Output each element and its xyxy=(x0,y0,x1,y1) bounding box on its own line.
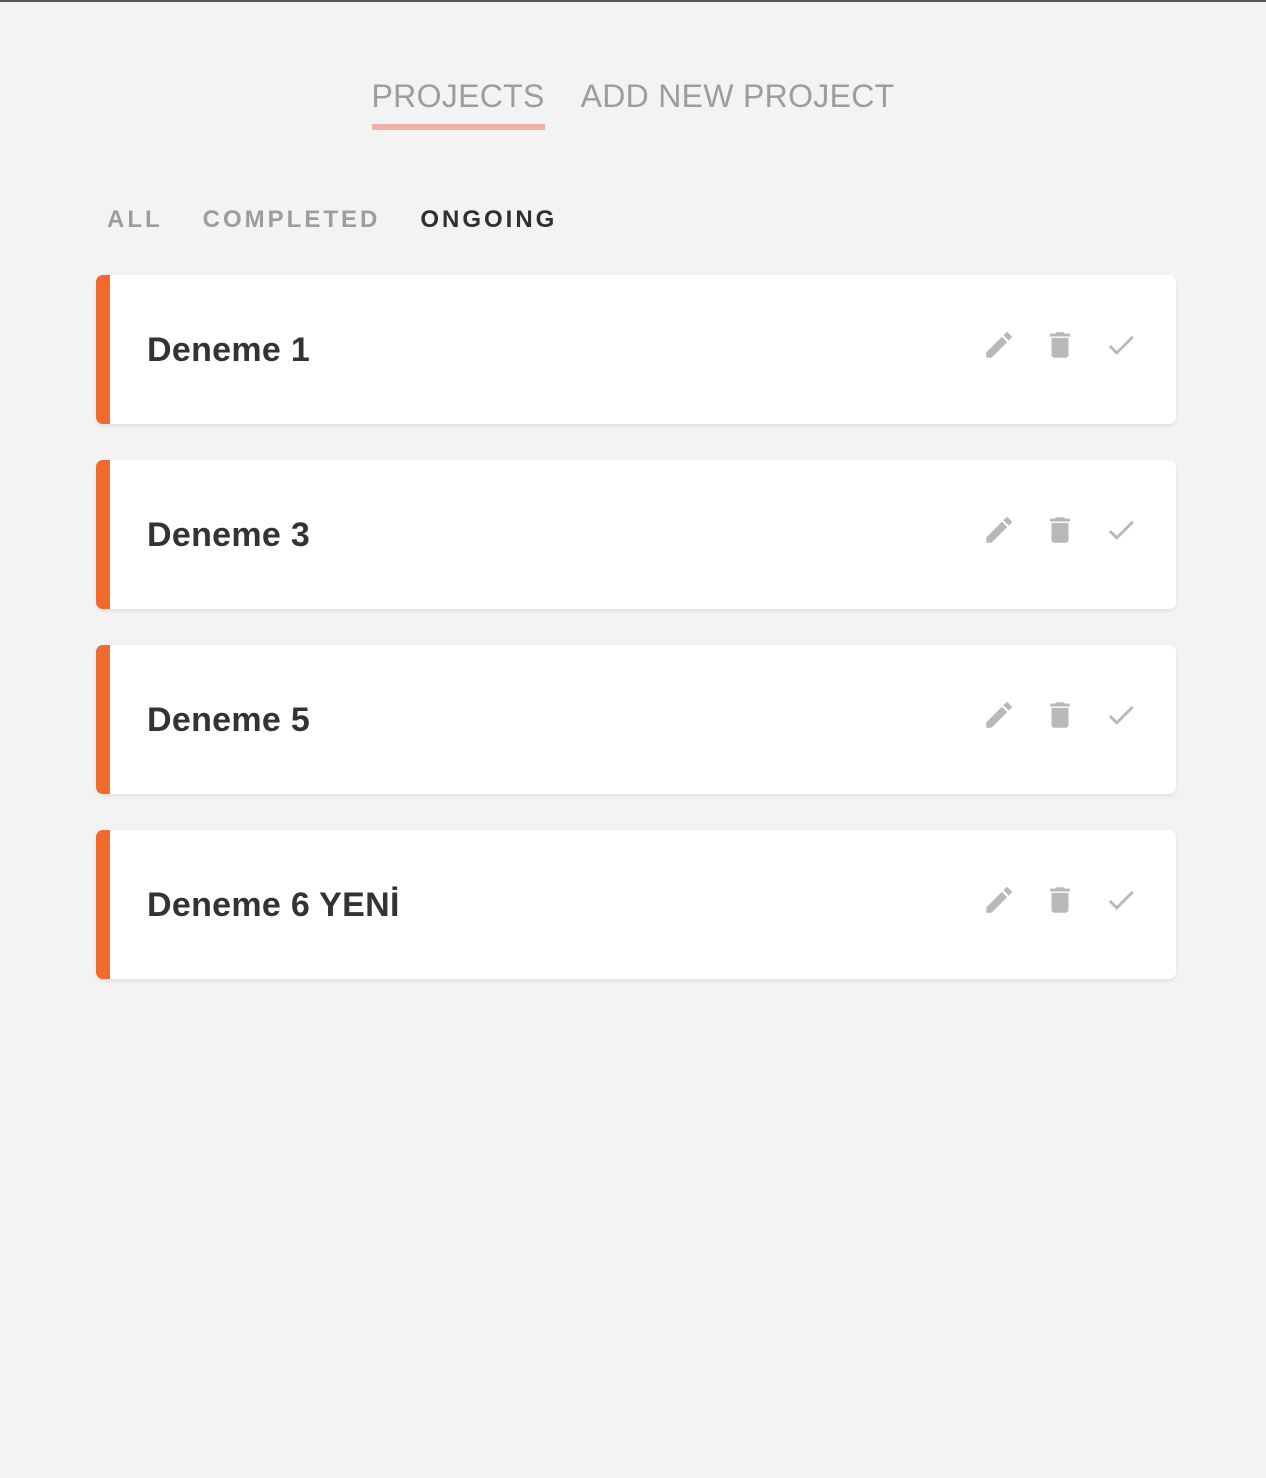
check-icon xyxy=(1108,890,1134,910)
complete-button[interactable] xyxy=(1104,697,1138,733)
pencil-icon xyxy=(986,332,1012,358)
project-actions xyxy=(982,882,1138,918)
check-icon xyxy=(1108,335,1134,355)
pencil-icon xyxy=(986,702,1012,728)
delete-button[interactable] xyxy=(1043,327,1077,363)
trash-icon xyxy=(1050,332,1070,358)
project-name: Deneme 5 xyxy=(147,701,311,739)
edit-button[interactable] xyxy=(982,697,1016,733)
project-actions xyxy=(982,327,1138,363)
status-accent-bar xyxy=(96,645,110,794)
edit-button[interactable] xyxy=(982,512,1016,548)
complete-button[interactable] xyxy=(1104,882,1138,918)
project-list: Deneme 1 Deneme 3 Deneme 5 Deneme 6 YENİ xyxy=(96,275,1176,1015)
delete-button[interactable] xyxy=(1043,882,1077,918)
status-accent-bar xyxy=(96,275,110,424)
complete-button[interactable] xyxy=(1104,512,1138,548)
project-actions xyxy=(982,697,1138,733)
complete-button[interactable] xyxy=(1104,327,1138,363)
project-card: Deneme 5 xyxy=(96,645,1176,794)
status-accent-bar xyxy=(96,460,110,609)
status-accent-bar xyxy=(96,830,110,979)
project-name: Deneme 6 YENİ xyxy=(147,886,400,924)
project-name: Deneme 3 xyxy=(147,516,311,554)
edit-button[interactable] xyxy=(982,327,1016,363)
main-nav: PROJECTS ADD NEW PROJECT xyxy=(0,78,1266,130)
tab-projects[interactable]: PROJECTS xyxy=(371,78,545,130)
project-name: Deneme 1 xyxy=(147,331,311,369)
check-icon xyxy=(1108,705,1134,725)
trash-icon xyxy=(1050,887,1070,913)
project-card: Deneme 1 xyxy=(96,275,1176,424)
check-icon xyxy=(1108,520,1134,540)
pencil-icon xyxy=(986,517,1012,543)
tab-add-new-project[interactable]: ADD NEW PROJECT xyxy=(581,78,895,130)
pencil-icon xyxy=(986,887,1012,913)
delete-button[interactable] xyxy=(1043,697,1077,733)
delete-button[interactable] xyxy=(1043,512,1077,548)
project-card: Deneme 3 xyxy=(96,460,1176,609)
filter-ongoing[interactable]: ONGOING xyxy=(420,206,557,234)
trash-icon xyxy=(1050,517,1070,543)
filter-bar: ALL COMPLETED ONGOING xyxy=(107,206,557,234)
filter-all[interactable]: ALL xyxy=(107,206,163,234)
project-card: Deneme 6 YENİ xyxy=(96,830,1176,979)
filter-completed[interactable]: COMPLETED xyxy=(203,206,381,234)
edit-button[interactable] xyxy=(982,882,1016,918)
trash-icon xyxy=(1050,702,1070,728)
project-actions xyxy=(982,512,1138,548)
